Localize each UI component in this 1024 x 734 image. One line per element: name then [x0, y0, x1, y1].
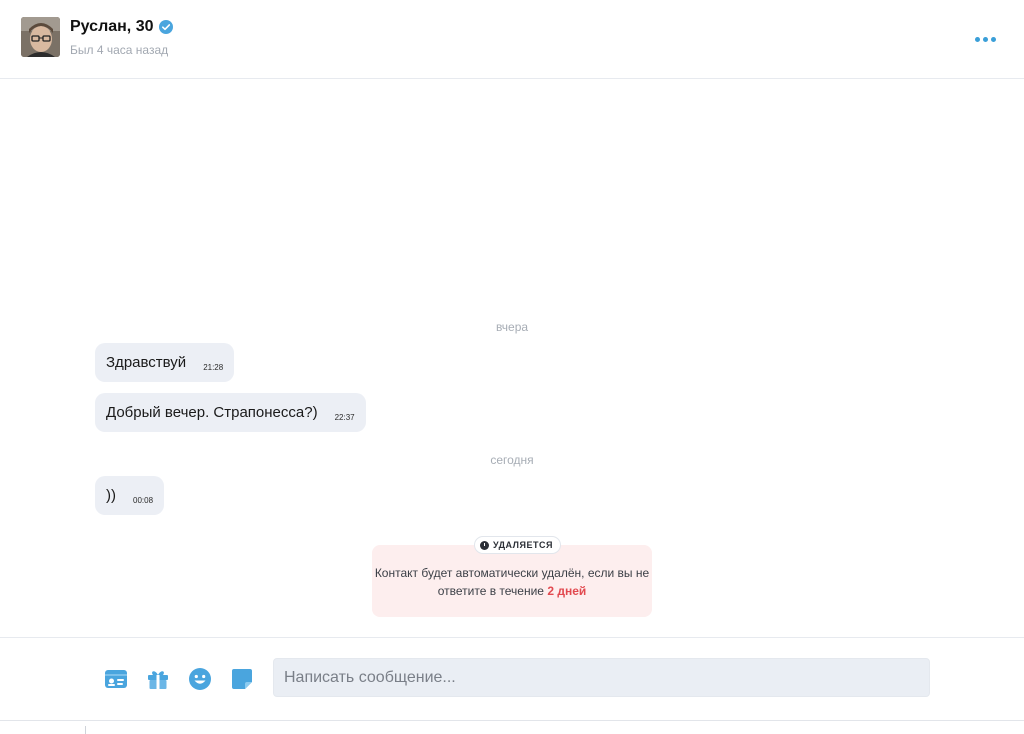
date-separator: сегодня [490, 453, 534, 467]
dot-icon [982, 36, 988, 42]
date-separator: вчера [495, 320, 529, 334]
deletion-notice-text: Контакт будет автоматически удалён, если… [372, 564, 652, 600]
dot-icon [990, 36, 996, 42]
last-seen-status: Был 4 часа назад [70, 43, 169, 57]
notice-deadline: 2 дней [547, 584, 587, 598]
message-time: 00:08 [133, 496, 154, 505]
contact-card-icon[interactable] [104, 667, 128, 691]
verified-badge-icon [159, 20, 174, 34]
contact-name[interactable]: Руслан, 30 [70, 18, 153, 36]
dot-icon [974, 36, 980, 42]
deleting-badge-label: УДАЛЯЕТСЯ [493, 540, 553, 550]
message-text: )) [106, 487, 116, 504]
message-input[interactable] [273, 658, 930, 697]
message-text: Здравствуй [106, 354, 187, 371]
message-composer [0, 637, 1024, 721]
title-row: Руслан, 30 [70, 18, 174, 36]
notice-message: Контакт будет автоматически удалён, если… [374, 566, 650, 598]
chat-window: Руслан, 30 Был 4 часа назад вчера Здравс… [0, 0, 1024, 734]
chat-header: Руслан, 30 Был 4 часа назад [0, 0, 1024, 79]
message-time: 22:37 [334, 413, 355, 422]
message-list: вчера Здравствуй 21:28 Добрый вечер. Стр… [0, 80, 1024, 637]
clock-icon [480, 540, 489, 550]
avatar[interactable] [21, 17, 60, 57]
gift-icon[interactable] [146, 667, 170, 691]
deleting-badge: УДАЛЯЕТСЯ [474, 536, 561, 554]
message-bubble[interactable]: Здравствуй 21:28 [95, 343, 235, 382]
divider-tick [85, 726, 86, 734]
more-options-button[interactable] [970, 30, 1000, 48]
sticker-icon[interactable] [230, 667, 254, 691]
message-time: 21:28 [203, 363, 224, 372]
message-bubble[interactable]: )) 00:08 [95, 476, 165, 515]
message-bubble[interactable]: Добрый вечер. Страпонесса?) 22:37 [95, 393, 366, 432]
message-text: Добрый вечер. Страпонесса?) [106, 404, 318, 421]
emoji-icon[interactable] [188, 667, 212, 691]
